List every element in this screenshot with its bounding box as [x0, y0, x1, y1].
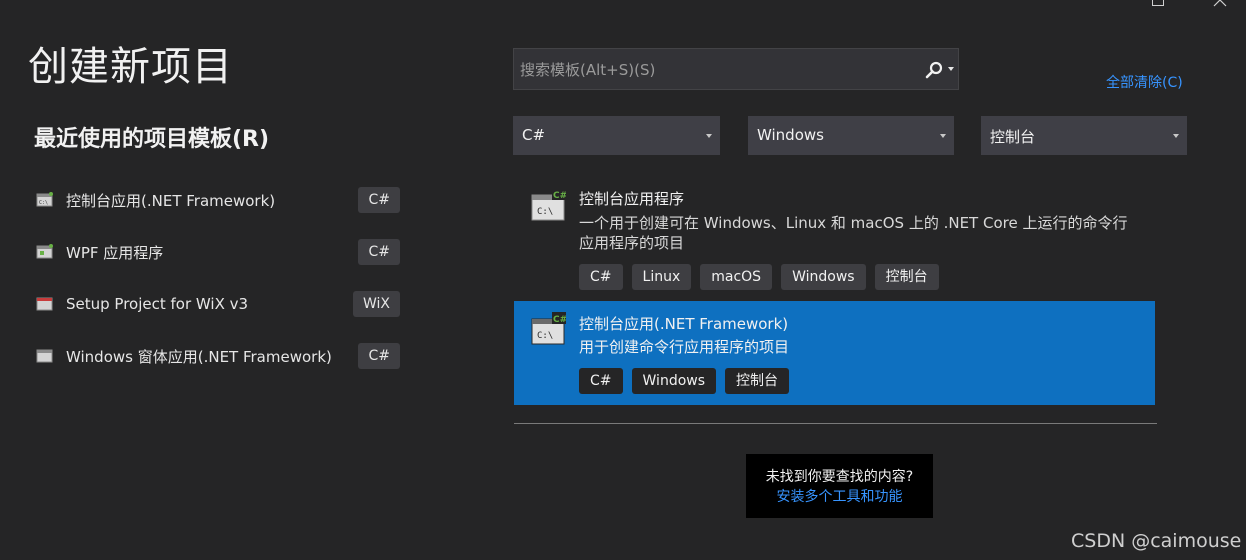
recent-item-label: Windows 窗体应用(.NET Framework): [66, 347, 332, 366]
template-item-console-framework[interactable]: C:\ C# 控制台应用(.NET Framework) 用于创建命令行应用程序…: [514, 301, 1155, 405]
not-found-question: 未找到你要查找的内容?: [765, 469, 914, 485]
platform-filter-select[interactable]: Windows: [748, 116, 954, 155]
tag: Windows: [631, 368, 717, 394]
platform-filter-value: Windows: [757, 126, 824, 144]
project-type-filter-select[interactable]: 控制台: [981, 116, 1187, 155]
page-title: 创建新项目: [28, 44, 233, 90]
chevron-down-icon: [706, 134, 712, 138]
search-options-chevron-icon[interactable]: [948, 67, 954, 71]
recent-item-console-framework[interactable]: C:\ 控制台应用(.NET Framework) C#: [36, 185, 404, 215]
language-filter-select[interactable]: C#: [513, 116, 720, 155]
console-app-icon: C:\ C#: [531, 312, 566, 345]
tag: C#: [579, 264, 623, 290]
svg-text:C:\: C:\: [39, 200, 48, 206]
language-filter-value: C#: [522, 126, 546, 144]
chevron-down-icon: [940, 134, 946, 138]
tag: Linux: [631, 264, 692, 290]
project-type-filter-value: 控制台: [990, 128, 1036, 146]
template-item-console-app[interactable]: C:\ C# 控制台应用程序 一个用于创建可在 Windows、Linux 和 …: [514, 176, 1155, 294]
lang-badge: C#: [358, 343, 400, 369]
console-app-icon: C:\: [36, 192, 53, 207]
wpf-app-icon: [36, 244, 53, 259]
install-tools-link[interactable]: 安装多个工具和功能: [746, 487, 933, 507]
template-tags: C# Linux macOS Windows 控制台: [579, 264, 939, 290]
tag: C#: [579, 368, 623, 394]
template-search-input[interactable]: [514, 49, 922, 91]
clear-all-link[interactable]: 全部清除(C): [1106, 72, 1183, 92]
template-description: 用于创建命令行应用程序的项目: [579, 338, 790, 356]
svg-text:C:\: C:\: [537, 331, 553, 341]
recent-item-label: Setup Project for WiX v3: [66, 295, 249, 313]
template-title: 控制台应用(.NET Framework): [579, 315, 789, 333]
recent-item-label: 控制台应用(.NET Framework): [66, 191, 276, 210]
search-icon[interactable]: [924, 60, 944, 80]
lang-badge: C#: [358, 239, 400, 265]
tag: 控制台: [874, 264, 939, 290]
recent-templates-heading: 最近使用的项目模板(R): [34, 127, 270, 152]
recent-item-wix-setup[interactable]: Setup Project for WiX v3 WiX: [36, 289, 404, 319]
template-description: 一个用于创建可在 Windows、Linux 和 macOS 上的 .NET C…: [579, 214, 1128, 252]
tag: Windows: [781, 264, 866, 290]
svg-text:C#: C#: [553, 315, 566, 325]
template-tags: C# Windows 控制台: [579, 368, 790, 394]
recent-item-windows-forms[interactable]: Windows 窗体应用(.NET Framework) C#: [36, 341, 404, 371]
recent-item-wpf[interactable]: WPF 应用程序 C#: [36, 237, 404, 267]
recent-item-label: WPF 应用程序: [66, 243, 164, 262]
not-found-panel: 未找到你要查找的内容? 安装多个工具和功能: [746, 454, 933, 518]
tag: 控制台: [725, 368, 790, 394]
divider: [514, 423, 1157, 424]
template-title: 控制台应用程序: [579, 190, 685, 208]
tag: macOS: [700, 264, 773, 290]
restore-window-button[interactable]: [1152, 0, 1164, 6]
watermark: CSDN @caimouse: [1071, 530, 1242, 552]
svg-text:C:\: C:\: [537, 207, 553, 217]
template-search-box: [513, 48, 959, 91]
windows-forms-icon: [36, 349, 53, 363]
close-icon: [1213, 0, 1227, 7]
svg-text:C#: C#: [553, 191, 566, 201]
setup-project-icon: [36, 297, 53, 311]
lang-badge: C#: [358, 187, 400, 213]
chevron-down-icon: [1173, 134, 1179, 138]
close-window-button[interactable]: [1212, 0, 1228, 8]
console-app-icon: C:\ C#: [531, 188, 566, 221]
lang-badge: WiX: [352, 291, 400, 317]
